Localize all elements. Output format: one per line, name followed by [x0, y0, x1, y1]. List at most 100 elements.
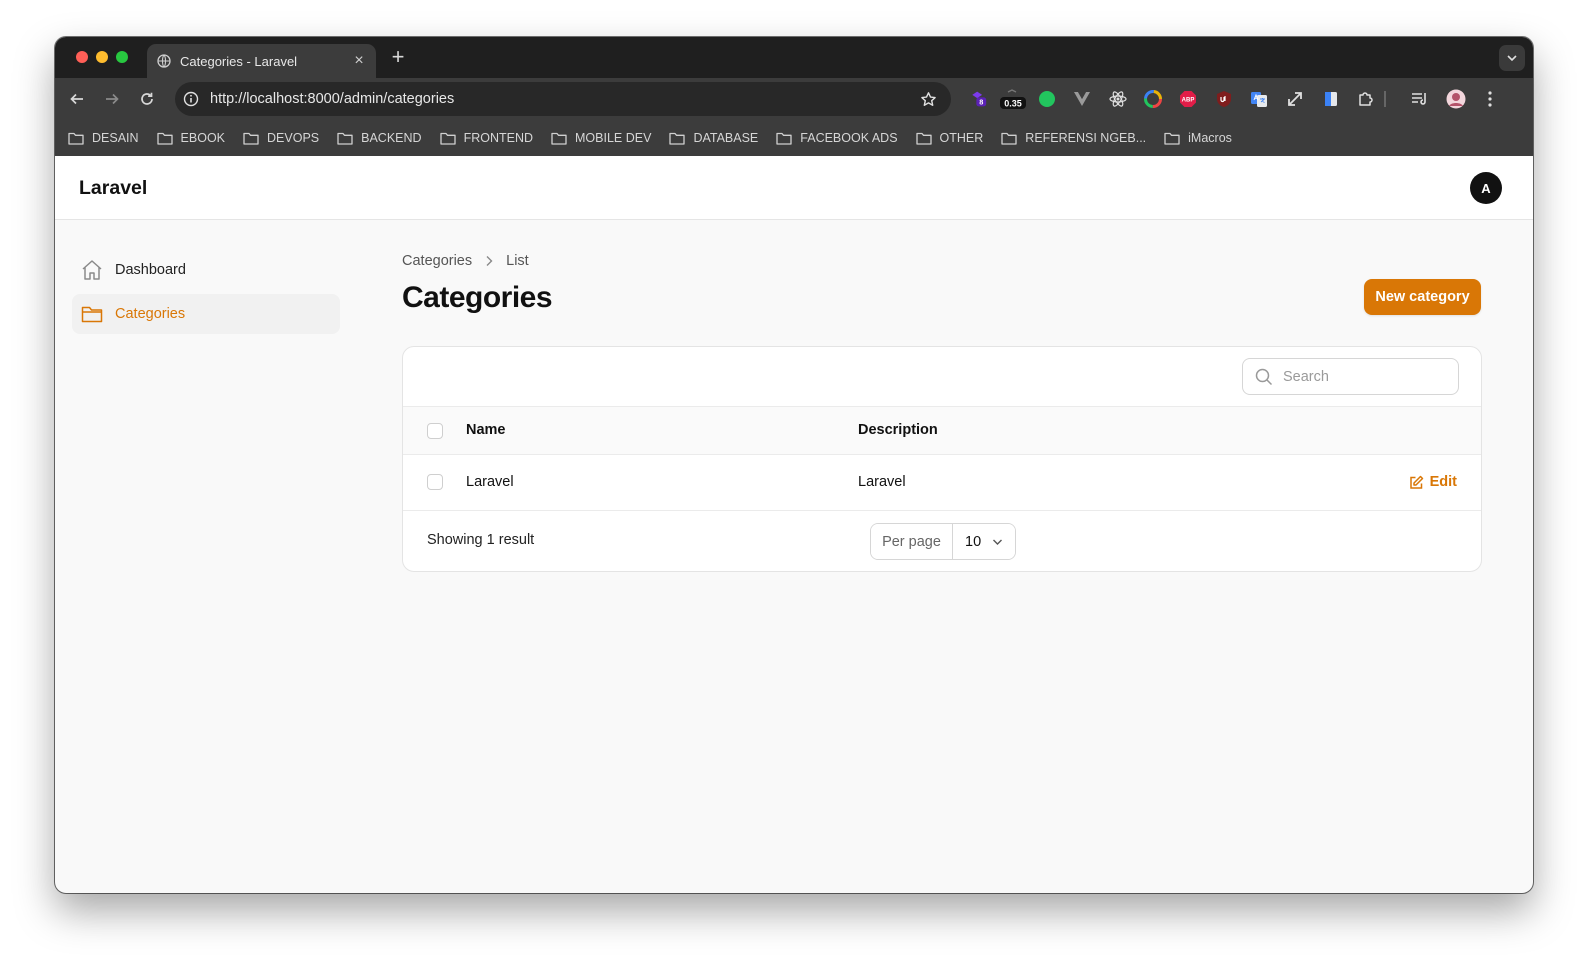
sidebar-item-categories[interactable]: Categories: [72, 294, 340, 334]
bookmark-label: DATABASE: [693, 131, 759, 145]
per-page-label: Per page: [871, 524, 953, 559]
site-info-icon[interactable]: [183, 91, 199, 107]
browser-tab[interactable]: Categories - Laravel ×: [147, 44, 376, 78]
bookmark-label: BACKEND: [361, 131, 422, 145]
search-input[interactable]: Search: [1242, 358, 1459, 395]
extension-badge-count: 8: [979, 98, 983, 107]
new-tab-button[interactable]: +: [385, 46, 411, 68]
bookmark-label: EBOOK: [180, 131, 226, 145]
breadcrumb: Categories List: [402, 253, 529, 269]
vue-devtools-icon[interactable]: [1073, 90, 1091, 108]
edit-label: Edit: [1429, 474, 1457, 490]
browser-menu-icon[interactable]: [1481, 90, 1499, 108]
cell-name: Laravel: [466, 474, 514, 490]
folder-icon: [915, 132, 932, 145]
green-dot-extension-icon[interactable]: [1038, 90, 1056, 108]
search-placeholder: Search: [1283, 368, 1329, 385]
bookmark-folder[interactable]: DESAIN: [68, 131, 139, 145]
browser-toolbar: http://localhost:8000/admin/categories 8…: [55, 78, 1533, 120]
close-window-button[interactable]: [76, 51, 88, 63]
arrow-right-icon: [106, 93, 119, 105]
breadcrumb-item-categories[interactable]: Categories: [402, 253, 472, 269]
tab-title: Categories - Laravel: [180, 53, 298, 69]
browser-window: Categories - Laravel × + http://localhos…: [55, 37, 1533, 893]
bookmark-label: DEVOPS: [267, 131, 320, 145]
bookmark-label: FACEBOOK ADS: [800, 131, 898, 145]
bookmark-folder[interactable]: FRONTEND: [439, 131, 534, 145]
select-all-checkbox[interactable]: [427, 423, 443, 439]
row-checkbox[interactable]: [427, 474, 443, 490]
bookmark-star-icon[interactable]: [920, 91, 938, 108]
brand-logo[interactable]: Laravel: [79, 177, 147, 200]
tab-search-button[interactable]: [1499, 45, 1525, 71]
folder-icon: [156, 132, 173, 145]
maximize-window-button[interactable]: [116, 51, 128, 63]
folder-icon: [776, 132, 792, 145]
chevron-right-icon: [484, 255, 494, 267]
results-count: Showing 1 result: [427, 532, 535, 548]
bookmark-folder[interactable]: BACKEND: [337, 131, 422, 145]
per-page-select[interactable]: Per page 10: [870, 523, 1016, 560]
bookmark-folder[interactable]: DEVOPS: [243, 131, 319, 145]
close-tab-icon[interactable]: ×: [348, 52, 370, 70]
column-header-name[interactable]: Name: [466, 422, 506, 438]
bookmark-folder[interactable]: DATABASE: [669, 131, 758, 145]
google-translate-icon[interactable]: [1250, 90, 1268, 108]
folder-icon: [551, 132, 567, 145]
minimize-window-button[interactable]: [96, 51, 108, 63]
bookmark-label: DESAIN: [92, 131, 139, 145]
bookmark-label: MOBILE DEV: [575, 131, 652, 145]
breadcrumb-item-list: List: [506, 253, 529, 269]
tab-strip: Categories - Laravel × +: [55, 37, 1533, 78]
expand-icon[interactable]: [1286, 90, 1304, 108]
bookmark-folder[interactable]: OTHER: [915, 131, 984, 145]
extension-shield-icon[interactable]: 8: [969, 90, 987, 108]
react-devtools-icon[interactable]: [1109, 90, 1127, 108]
per-page-dropdown[interactable]: 10: [953, 524, 1015, 559]
bookmark-label: OTHER: [939, 131, 984, 145]
folder-icon: [243, 132, 259, 145]
color-picker-icon[interactable]: [1144, 90, 1162, 108]
bookmark-folder[interactable]: iMacros: [1164, 131, 1232, 145]
column-header-description[interactable]: Description: [858, 422, 938, 438]
cell-description: Laravel: [858, 474, 906, 490]
bookmark-folder[interactable]: MOBILE DEV: [551, 131, 651, 145]
sidebar-item-label: Categories: [115, 306, 186, 322]
chevron-down-icon: [1507, 55, 1517, 62]
profile-avatar[interactable]: [1446, 89, 1466, 109]
table-header-row: Name Description: [403, 406, 1481, 455]
back-button[interactable]: [66, 88, 88, 110]
adblock-plus-icon[interactable]: ABP: [1179, 90, 1197, 108]
bookmark-label: iMacros: [1188, 131, 1232, 145]
bookmark-folder[interactable]: REFERENSI NGEB...: [1001, 131, 1146, 145]
search-icon: [1255, 368, 1273, 386]
bookmark-folder[interactable]: FACEBOOK ADS: [776, 131, 898, 145]
extension-counter-icon[interactable]: 0.35: [999, 89, 1027, 109]
document-extension-icon[interactable]: [1322, 90, 1340, 108]
home-icon: [80, 258, 104, 282]
reload-button[interactable]: [136, 88, 158, 110]
extensions-puzzle-icon[interactable]: [1357, 90, 1375, 108]
edit-button[interactable]: Edit: [1409, 474, 1457, 490]
toolbar-divider: [1384, 91, 1386, 107]
categories-table-card: Search Name Description Laravel Laravel …: [402, 346, 1482, 572]
chevron-down-icon: [992, 538, 1003, 546]
sidebar-item-dashboard[interactable]: Dashboard: [72, 250, 340, 290]
forward-button[interactable]: [101, 88, 123, 110]
user-avatar[interactable]: A: [1470, 172, 1502, 204]
folder-icon: [1164, 132, 1180, 145]
folder-icon: [1001, 132, 1017, 145]
page-title: Categories: [402, 281, 553, 314]
address-bar[interactable]: http://localhost:8000/admin/categories: [175, 82, 951, 116]
bookmark-label: FRONTEND: [463, 131, 534, 145]
reading-list-icon[interactable]: [1411, 90, 1429, 108]
ublock-icon[interactable]: [1215, 90, 1233, 108]
reload-icon: [141, 92, 153, 105]
table-row[interactable]: Laravel Laravel Edit: [403, 455, 1481, 511]
folder-icon: [669, 132, 686, 145]
sidebar-item-label: Dashboard: [115, 262, 186, 278]
folder-icon: [439, 132, 456, 145]
new-category-button[interactable]: New category: [1364, 279, 1481, 315]
url-text: http://localhost:8000/admin/categories: [210, 91, 455, 107]
bookmark-folder[interactable]: EBOOK: [156, 131, 226, 145]
